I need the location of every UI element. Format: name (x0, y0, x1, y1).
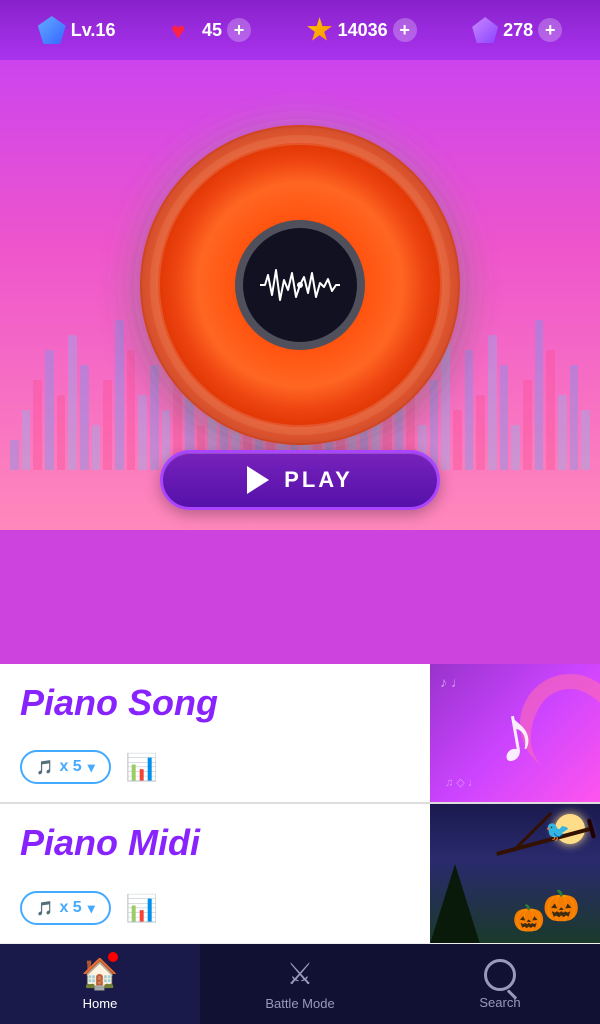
battle-icon: ⚔ (287, 957, 314, 992)
gems-stat: 278 + (472, 17, 562, 43)
chart-icon-2[interactable]: 📊 (126, 893, 158, 924)
level-stat: Lv.16 (38, 16, 116, 44)
chevron-icon-1: ▾ (88, 759, 95, 776)
vinyl-record (140, 125, 460, 445)
song-item-piano-song[interactable]: Piano Song 🎵 x 5 ▾ 📊 ♪ ♪ ♩ ♫ ◇ ♩ (0, 664, 600, 804)
gold-value: 14036 (338, 20, 388, 41)
song-controls-1: 🎵 x 5 ▾ 📊 (20, 750, 410, 784)
play-button[interactable]: PLAY (160, 450, 440, 510)
song-content-1: Piano Song 🎵 x 5 ▾ 📊 (0, 664, 430, 802)
gems-plus-button[interactable]: + (538, 18, 562, 42)
music-note-icon-2: 🎵 (36, 900, 53, 917)
play-button-container: PLAY (160, 450, 440, 510)
level-value: Lv.16 (71, 20, 116, 41)
play-triangle-icon (247, 466, 269, 494)
gold-plus-button[interactable]: + (393, 18, 417, 42)
ticket-button-2[interactable]: 🎵 x 5 ▾ (20, 891, 111, 925)
song-thumbnail-1: ♪ ♪ ♩ ♫ ◇ ♩ (430, 664, 600, 804)
song-item-piano-midi[interactable]: Piano Midi 🎵 x 5 ▾ 📊 🐦 🎃 🎃 (0, 804, 600, 944)
notification-dot (108, 952, 118, 962)
ticket-count-2: x 5 (59, 899, 81, 917)
chart-icon-1[interactable]: 📊 (126, 752, 158, 783)
nav-item-home[interactable]: 🏠 Home (0, 944, 200, 1024)
song-controls-2: 🎵 x 5 ▾ 📊 (20, 891, 410, 925)
note-dots-top: ♪ ♩ (440, 674, 465, 690)
nav-item-battle[interactable]: ⚔ Battle Mode (200, 944, 400, 1024)
chevron-icon-2: ▾ (88, 900, 95, 917)
ticket-count-1: x 5 (59, 758, 81, 776)
vinyl-inner (235, 220, 365, 350)
song-content-2: Piano Midi 🎵 x 5 ▾ 📊 (0, 804, 430, 943)
ticket-button-1[interactable]: 🎵 x 5 ▾ (20, 750, 111, 784)
song-title-2: Piano Midi (20, 822, 410, 864)
pumpkin-1: 🎃 (543, 889, 580, 924)
nav-label-battle: Battle Mode (265, 996, 334, 1011)
hearts-plus-button[interactable]: + (227, 18, 251, 42)
gem-icon (472, 17, 498, 43)
bottom-nav: 🏠 Home ⚔ Battle Mode Search (0, 944, 600, 1024)
gold-icon (307, 17, 333, 43)
main-visual: PLAY (0, 60, 600, 530)
gold-stat: 14036 + (307, 17, 417, 43)
diamond-icon (38, 16, 66, 44)
thumb-inner-1: ♪ ♪ ♩ ♫ ◇ ♩ (430, 664, 600, 804)
song-thumbnail-2: 🐦 🎃 🎃 (430, 804, 600, 944)
hearts-stat: 45 + (171, 18, 251, 42)
note-dots-bottom: ♫ ◇ ♩ (445, 776, 479, 789)
halloween-scene: 🐦 🎃 🎃 (430, 804, 600, 944)
waveform-svg (260, 265, 340, 305)
home-icon: 🏠 (81, 957, 118, 992)
search-icon (484, 959, 516, 991)
pumpkin-2: 🎃 (513, 903, 545, 934)
heart-icon (171, 18, 197, 42)
nav-item-search[interactable]: Search (400, 944, 600, 1024)
play-label: PLAY (284, 467, 353, 493)
top-bar: Lv.16 45 + 14036 + 278 + (0, 0, 600, 60)
hearts-value: 45 (202, 20, 222, 41)
music-note-icon-1: 🎵 (36, 759, 53, 776)
song-title-1: Piano Song (20, 682, 410, 724)
vinyl-outer (140, 125, 460, 445)
crow-icon: 🐦 (545, 819, 570, 844)
gems-value: 278 (503, 20, 533, 41)
song-list: Piano Song 🎵 x 5 ▾ 📊 ♪ ♪ ♩ ♫ ◇ ♩ Piano M… (0, 664, 600, 944)
nav-label-home: Home (83, 996, 118, 1011)
